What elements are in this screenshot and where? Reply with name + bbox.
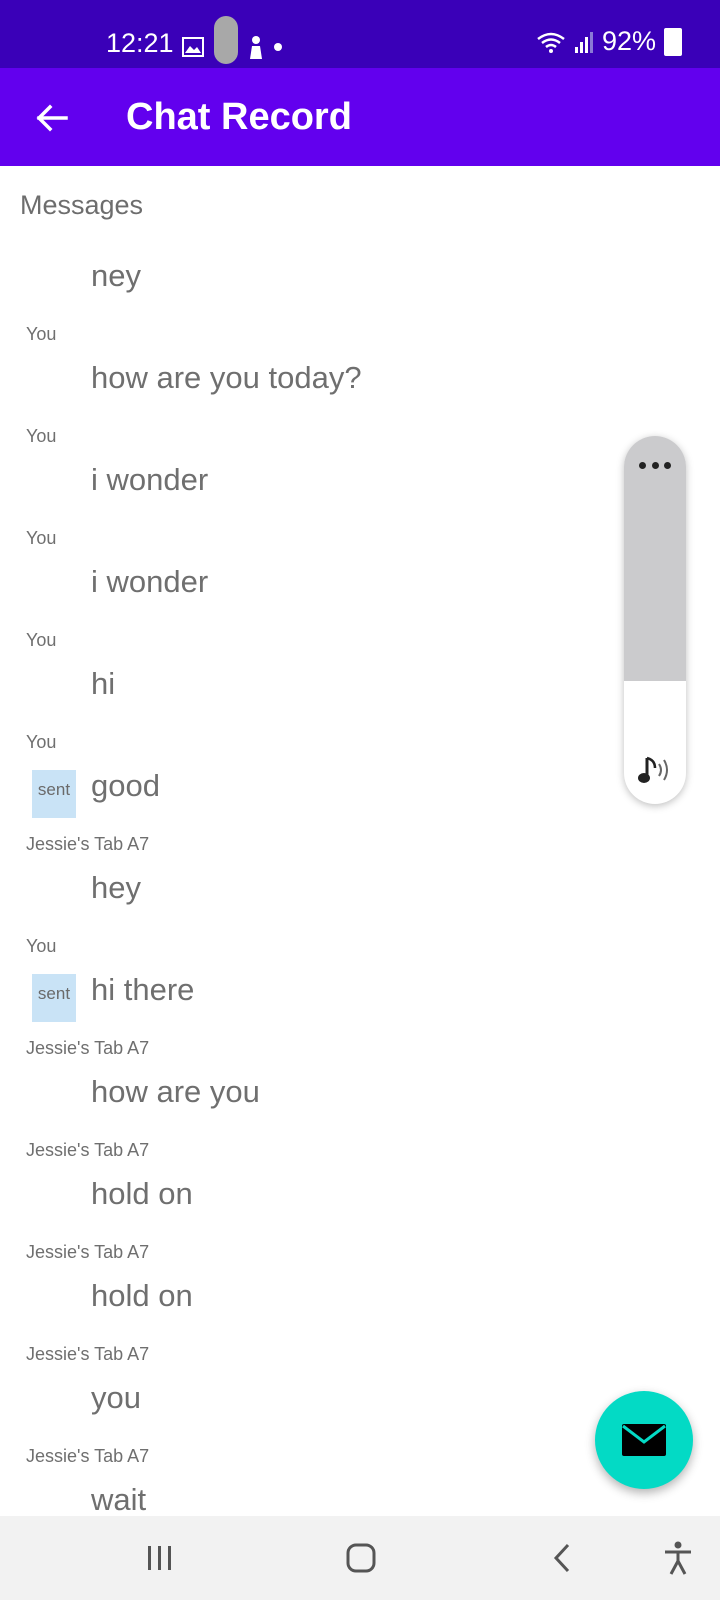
notification-dot-icon [274,43,282,51]
message-text: wait [91,1482,147,1517]
message-text: ney [91,258,141,293]
message-text: hold on [91,1176,193,1211]
compose-message-button[interactable] [595,1391,693,1489]
more-horizontal-icon[interactable] [639,462,671,470]
music-sound-icon[interactable] [637,754,675,786]
message-sender: Jessie's Tab A7 [26,1038,150,1058]
battery-percent: 92% [601,26,656,56]
envelope-icon [622,1424,666,1456]
message-sender: Jessie's Tab A7 [26,1344,150,1364]
status-icons-left [182,16,282,64]
message-sender: Jessie's Tab A7 [26,1140,150,1160]
chevron-left-icon [553,1543,570,1573]
message-sender: Jessie's Tab A7 [26,1242,150,1262]
sent-badge: sent [32,974,76,1022]
home-button[interactable] [339,1536,383,1580]
back-nav-button[interactable] [540,1536,584,1580]
status-time: 12:21 [106,28,174,58]
message-text: how are you [91,1074,260,1109]
message-text: i wonder [91,564,209,599]
message-sender: You [26,732,57,752]
message-text: hold on [91,1278,193,1313]
message-sender: You [26,528,57,548]
message-sender: You [26,936,57,956]
sent-badge: sent [32,770,76,818]
message-text: hey [91,870,141,905]
signal-icon [574,31,593,53]
recent-apps-button[interactable] [138,1536,182,1580]
arrow-left-icon [36,104,68,132]
message-text: you [91,1380,141,1415]
accessibility-button[interactable] [656,1536,700,1580]
message-text: hi there [91,972,195,1007]
image-icon [182,37,204,57]
messages-header: Messages [20,190,144,220]
message-sender: Jessie's Tab A7 [26,834,150,854]
person-icon [250,36,262,59]
camera-cutout [214,16,238,64]
message-sender: You [26,630,57,650]
wifi-icon [537,32,565,53]
message-text: hi [91,666,116,701]
page-title: Chat Record [126,96,352,138]
system-nav-bar [0,1516,720,1600]
status-right: 92% [536,26,682,57]
accessibility-icon [665,1541,691,1575]
recent-apps-icon [148,1546,171,1570]
message-text: i wonder [91,462,209,497]
back-button[interactable] [28,94,76,142]
panel-drag-area[interactable] [624,436,686,681]
message-sender: You [26,426,57,446]
home-icon [346,1543,376,1573]
app-bar: Chat Record [0,68,720,166]
battery-icon [664,27,682,56]
floating-panel[interactable] [624,436,686,804]
message-sender: You [26,324,57,344]
status-bar: 12:21 92% [0,0,720,68]
message-text: good [91,768,160,803]
message-sender: Jessie's Tab A7 [26,1446,150,1466]
message-text: how are you today? [91,360,362,395]
